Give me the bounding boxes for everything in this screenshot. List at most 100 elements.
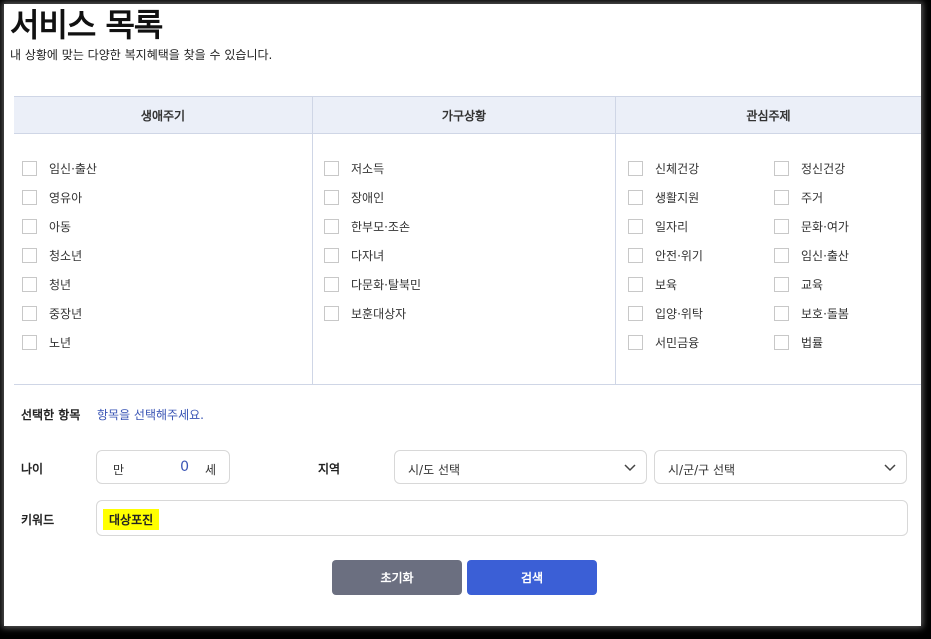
checkbox-option-interest[interactable]: 일자리 <box>628 212 703 241</box>
checkbox-label: 문화·여가 <box>801 220 849 234</box>
checkbox-label: 주거 <box>801 191 824 205</box>
checkbox-label: 보훈대상자 <box>351 307 407 321</box>
checkbox[interactable] <box>22 161 37 176</box>
filter-table: 생애주기 임신·출산 영유아 아동 청소년 청년 중장년 노년 가구상황 저소득 장애인 한부모… <box>14 96 921 385</box>
checkbox-label: 다자녀 <box>351 249 385 263</box>
checkbox[interactable] <box>628 248 643 263</box>
checkbox[interactable] <box>628 190 643 205</box>
life-cycle-options: 임신·출산영유아아동청소년 청년중장년노년 <box>22 154 97 357</box>
checkbox-option-life-cycle[interactable]: 영유아 <box>22 183 97 212</box>
checkbox-option-household[interactable]: 다문화·탈북민 <box>324 270 421 299</box>
checkbox-label: 한부모·조손 <box>351 220 411 234</box>
filter-header-life-cycle: 생애주기 <box>14 97 312 134</box>
checkbox[interactable] <box>22 219 37 234</box>
checkbox-option-household[interactable]: 보훈대상자 <box>324 299 421 328</box>
page-subtitle: 내 상황에 맞는 다양한 복지혜택을 찾을 수 있습니다. <box>10 48 273 62</box>
checkbox-label: 신체건강 <box>655 162 700 176</box>
checkbox[interactable] <box>22 306 37 321</box>
checkbox[interactable] <box>774 190 789 205</box>
checkbox[interactable] <box>774 306 789 321</box>
checkbox-option-household[interactable]: 장애인 <box>324 183 421 212</box>
checkbox[interactable] <box>774 248 789 263</box>
checkbox-label: 영유아 <box>49 191 83 205</box>
checkbox-option-life-cycle[interactable]: 중장년 <box>22 299 97 328</box>
gugun-select[interactable]: 시/군/구 선택 <box>654 450 907 484</box>
checkbox-option-interest[interactable]: 입양·위탁 <box>628 299 703 328</box>
checkbox[interactable] <box>22 190 37 205</box>
checkbox-label: 아동 <box>49 220 72 234</box>
checkbox[interactable] <box>324 219 339 234</box>
age-field: 만 세 <box>96 450 230 484</box>
checkbox-option-household[interactable]: 저소득 <box>324 154 421 183</box>
checkbox-label: 보호·돌봄 <box>801 307 849 321</box>
selected-items-hint: 항목을 선택해주세요. <box>97 408 204 422</box>
checkbox[interactable] <box>628 219 643 234</box>
filter-column-life-cycle: 생애주기 임신·출산영유아아동청소년 청년중장년노년 <box>14 97 312 384</box>
checkbox-option-interest[interactable]: 신체건강 <box>628 154 703 183</box>
checkbox-option-life-cycle[interactable]: 아동 <box>22 212 97 241</box>
checkbox[interactable] <box>324 277 339 292</box>
checkbox-option-interest[interactable]: 보육 <box>628 270 703 299</box>
checkbox[interactable] <box>324 161 339 176</box>
checkbox-label: 임신·출산 <box>801 249 849 263</box>
checkbox-option-household[interactable]: 한부모·조손 <box>324 212 421 241</box>
checkbox-label: 장애인 <box>351 191 385 205</box>
checkbox[interactable] <box>774 219 789 234</box>
checkbox[interactable] <box>22 335 37 350</box>
checkbox-label: 정신건강 <box>801 162 846 176</box>
checkbox-option-interest[interactable]: 주거 <box>774 183 849 212</box>
checkbox-option-life-cycle[interactable]: 노년 <box>22 328 97 357</box>
checkbox-option-life-cycle[interactable]: 청년 <box>22 270 97 299</box>
checkbox-option-household[interactable]: 다자녀 <box>324 241 421 270</box>
checkbox[interactable] <box>22 248 37 263</box>
checkbox-label: 저소득 <box>351 162 385 176</box>
checkbox-option-life-cycle[interactable]: 임신·출산 <box>22 154 97 183</box>
checkbox[interactable] <box>324 306 339 321</box>
page-title: 서비스 목록 <box>10 6 163 44</box>
checkbox-option-interest[interactable]: 문화·여가 <box>774 212 849 241</box>
interest-options-right: 정신건강주거문화·여가임신·출산교육보호·돌봄법률 <box>774 154 849 357</box>
checkbox[interactable] <box>324 190 339 205</box>
service-list-panel: 서비스 목록 내 상황에 맞는 다양한 복지혜택을 찾을 수 있습니다. 생애주… <box>4 4 921 626</box>
checkbox-option-interest[interactable]: 보호·돌봄 <box>774 299 849 328</box>
checkbox-label: 안전·위기 <box>655 249 703 263</box>
checkbox-option-interest[interactable]: 서민금융 <box>628 328 703 357</box>
checkbox-label: 임신·출산 <box>49 162 97 176</box>
checkbox-label: 중장년 <box>49 307 83 321</box>
checkbox-label: 보육 <box>655 278 678 292</box>
checkbox[interactable] <box>628 335 643 350</box>
checkbox[interactable] <box>628 306 643 321</box>
checkbox-label: 다문화·탈북민 <box>351 278 422 292</box>
checkbox[interactable] <box>628 161 643 176</box>
checkbox-option-life-cycle[interactable]: 청소년 <box>22 241 97 270</box>
region-label: 지역 <box>318 462 341 476</box>
checkbox[interactable] <box>22 277 37 292</box>
checkbox[interactable] <box>774 161 789 176</box>
selected-items-label: 선택한 항목 <box>21 408 81 422</box>
sido-select-value: 시/도 선택 <box>408 463 461 477</box>
search-button[interactable]: 검색 <box>467 560 597 595</box>
sido-select[interactable]: 시/도 선택 <box>394 450 647 484</box>
checkbox-option-interest[interactable]: 생활지원 <box>628 183 703 212</box>
checkbox[interactable] <box>774 277 789 292</box>
filter-column-interest: 관심주제 신체건강 생활지원 일자리 안전·위기 보육 입양·위탁 서민금융 정신건강 주거 문… <box>615 97 921 384</box>
age-prefix: 만 <box>113 463 125 477</box>
checkbox-option-interest[interactable]: 안전·위기 <box>628 241 703 270</box>
reset-button[interactable]: 초기화 <box>332 560 462 595</box>
keyword-value: 대상포진 <box>103 509 160 530</box>
keyword-input[interactable]: 대상포진 <box>96 500 908 536</box>
checkbox-option-interest[interactable]: 법률 <box>774 328 849 357</box>
checkbox[interactable] <box>628 277 643 292</box>
checkbox[interactable] <box>774 335 789 350</box>
gugun-select-value: 시/군/구 선택 <box>668 463 736 477</box>
age-suffix: 세 <box>205 463 217 477</box>
checkbox-option-interest[interactable]: 교육 <box>774 270 849 299</box>
keyword-label: 키워드 <box>21 513 55 527</box>
age-input[interactable] <box>137 457 189 477</box>
checkbox-label: 생활지원 <box>655 191 700 205</box>
checkbox-label: 노년 <box>49 336 72 350</box>
checkbox[interactable] <box>324 248 339 263</box>
checkbox-option-interest[interactable]: 정신건강 <box>774 154 849 183</box>
checkbox-label: 일자리 <box>655 220 689 234</box>
checkbox-option-interest[interactable]: 임신·출산 <box>774 241 849 270</box>
